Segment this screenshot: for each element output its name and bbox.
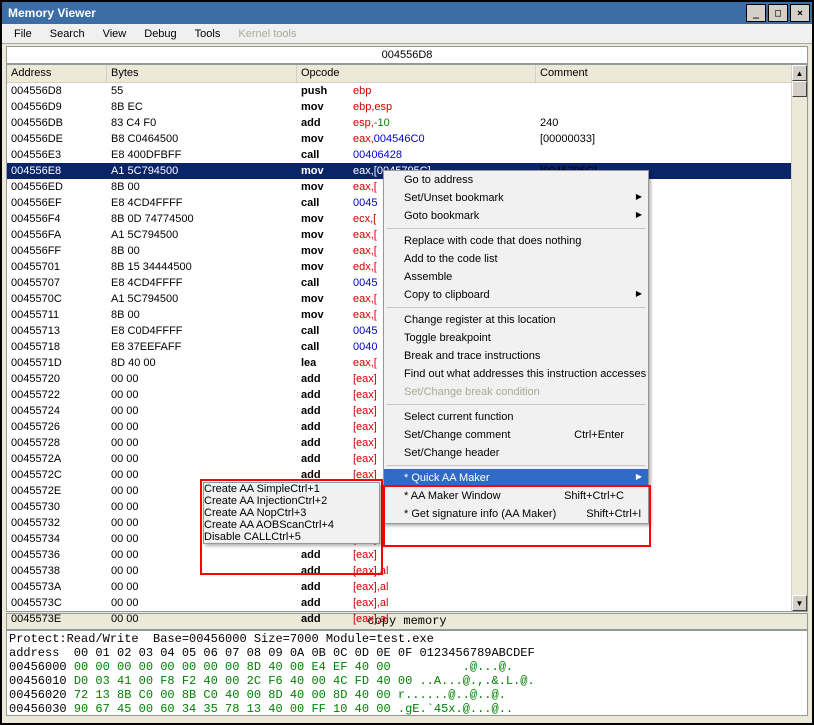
col-opcode[interactable]: Opcode — [297, 65, 536, 82]
menu-tools[interactable]: Tools — [187, 26, 229, 42]
disasm-row[interactable]: 004556DEB8 C0464500moveax,004546C0[00000… — [7, 131, 807, 147]
hex-line[interactable]: 00456010 D0 03 41 00 F8 F2 40 00 2C F6 4… — [9, 674, 805, 688]
vertical-scrollbar[interactable]: ▲ ▼ — [791, 65, 807, 611]
maximize-button[interactable]: □ — [768, 4, 788, 22]
menu-item[interactable]: Find out what addresses this instruction… — [384, 365, 648, 383]
submenu-item[interactable]: Disable CALLCtrl+5 — [204, 531, 379, 543]
disasm-row[interactable]: 004556E3E8 400DFBFFcall00406428 — [7, 147, 807, 163]
menu-item[interactable]: Change register at this location — [384, 311, 648, 329]
submenu-item[interactable]: Create AA AOBScanCtrl+4 — [204, 519, 379, 531]
address-header[interactable]: 004556D8 — [6, 46, 808, 64]
hex-line[interactable]: 00456030 90 67 45 00 60 34 35 78 13 40 0… — [9, 702, 805, 716]
menu-item[interactable]: * AA Maker WindowShift+Ctrl+C — [384, 487, 648, 505]
disasm-row[interactable]: 0045573C00 00add[eax],al — [7, 595, 807, 611]
disasm-row[interactable]: 004556DB83 C4 F0addesp,-10240 — [7, 115, 807, 131]
disasm-row[interactable]: 0045573600 00add[eax] — [7, 547, 807, 563]
disasm-row[interactable]: 0045573E00 00add[eax],al — [7, 611, 807, 627]
menu-file[interactable]: File — [6, 26, 40, 42]
menu-item[interactable]: Goto bookmark — [384, 207, 648, 225]
hex-line[interactable]: 00456020 72 13 8B C0 00 8B C0 40 00 8D 4… — [9, 688, 805, 702]
disasm-row[interactable]: 004556D855pushebp — [7, 83, 807, 99]
hex-dump-pane[interactable]: Protect:Read/Write Base=00456000 Size=70… — [6, 630, 808, 716]
close-button[interactable]: × — [790, 4, 810, 22]
submenu-item[interactable]: Create AA SimpleCtrl+1 — [204, 483, 379, 495]
menu-item[interactable]: Break and trace instructions — [384, 347, 648, 365]
submenu-item[interactable]: Create AA InjectionCtrl+2 — [204, 495, 379, 507]
disasm-row[interactable]: 004556D98B ECmovebp,esp — [7, 99, 807, 115]
column-headers: Address Bytes Opcode Comment — [7, 65, 807, 83]
menu-item[interactable]: Toggle breakpoint — [384, 329, 648, 347]
col-address[interactable]: Address — [7, 65, 107, 82]
context-menu[interactable]: Go to addressSet/Unset bookmarkGoto book… — [383, 170, 649, 524]
hex-line[interactable]: 00456000 00 00 00 00 00 00 00 00 8D 40 0… — [9, 660, 805, 674]
menu-item[interactable]: Assemble — [384, 268, 648, 286]
menu-item[interactable]: Set/Unset bookmark — [384, 189, 648, 207]
hex-col-header: address 00 01 02 03 04 05 06 07 08 09 0A… — [9, 646, 805, 660]
menu-view[interactable]: View — [95, 26, 135, 42]
menu-item: Set/Change break condition — [384, 383, 648, 401]
menu-item[interactable]: * Get signature info (AA Maker)Shift+Ctr… — [384, 505, 648, 523]
quick-aa-submenu[interactable]: Create AA SimpleCtrl+1Create AA Injectio… — [203, 482, 380, 544]
menu-debug[interactable]: Debug — [136, 26, 184, 42]
menu-item[interactable]: Go to address — [384, 171, 648, 189]
scroll-thumb[interactable] — [792, 81, 807, 97]
minimize-button[interactable]: _ — [746, 4, 766, 22]
menu-item[interactable]: Set/Change header — [384, 444, 648, 462]
col-bytes[interactable]: Bytes — [107, 65, 297, 82]
hex-header: Protect:Read/Write Base=00456000 Size=70… — [9, 632, 805, 646]
submenu-item[interactable]: Create AA NopCtrl+3 — [204, 507, 379, 519]
disasm-row[interactable]: 0045573800 00add[eax],al — [7, 563, 807, 579]
titlebar[interactable]: Memory Viewer _ □ × — [2, 2, 812, 24]
scroll-down-icon[interactable]: ▼ — [792, 595, 807, 611]
menu-item[interactable]: Replace with code that does nothing — [384, 232, 648, 250]
menu-item[interactable]: Select current function — [384, 408, 648, 426]
menu-search[interactable]: Search — [42, 26, 93, 42]
window-title: Memory Viewer — [8, 6, 96, 20]
scroll-up-icon[interactable]: ▲ — [792, 65, 807, 81]
menu-item[interactable]: Copy to clipboard — [384, 286, 648, 304]
menu-item[interactable]: Set/Change commentCtrl+Enter — [384, 426, 648, 444]
menubar: File Search View Debug Tools Kernel tool… — [2, 24, 812, 44]
menu-item[interactable]: * Quick AA Maker — [384, 469, 648, 487]
menu-kernel: Kernel tools — [230, 26, 304, 42]
col-comment[interactable]: Comment — [536, 65, 807, 82]
disasm-row[interactable]: 0045573400 00add[eax] — [7, 531, 807, 547]
disasm-row[interactable]: 0045573A00 00add[eax],al — [7, 579, 807, 595]
menu-item[interactable]: Add to the code list — [384, 250, 648, 268]
